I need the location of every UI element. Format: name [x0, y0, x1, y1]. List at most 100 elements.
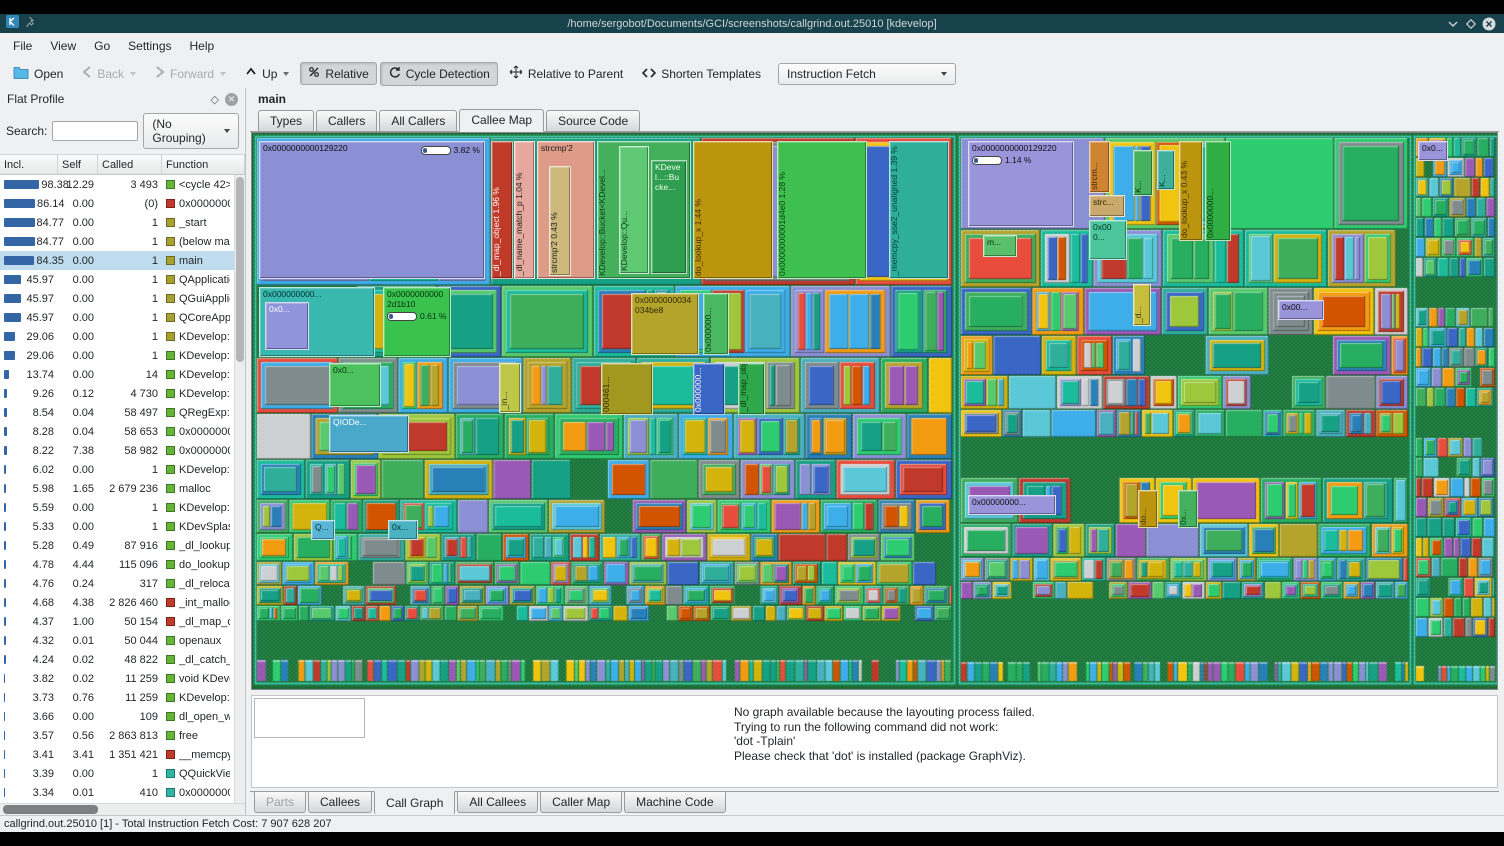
- shorten-templates-toggle[interactable]: Shorten Templates: [634, 63, 769, 85]
- table-row[interactable]: 3.660.00109dl_open_w...: [0, 707, 234, 726]
- treemap-block[interactable]: do_lookup_x 0.43 %: [1179, 141, 1203, 241]
- table-row[interactable]: 8.280.0458 6530x00000000...: [0, 422, 234, 441]
- treemap-block[interactable]: do_lookup_x 1.44 %: [693, 141, 773, 279]
- table-row[interactable]: 4.371.0050 154_dl_map_o...: [0, 612, 234, 631]
- table-row[interactable]: 45.970.001QCoreAppl...: [0, 308, 234, 327]
- float-dock-icon[interactable]: ◇: [211, 93, 219, 106]
- table-row[interactable]: 4.240.0248 822_dl_catch_...: [0, 650, 234, 669]
- treemap-block[interactable]: 0x00000000001292201.14 %: [968, 141, 1074, 227]
- relative-to-parent-toggle[interactable]: Relative to Parent: [501, 61, 631, 86]
- tab-all-callers[interactable]: All Callers: [379, 110, 457, 132]
- treemap-block[interactable]: 0x0000000001d4e0 1.28 %: [777, 141, 867, 279]
- open-button[interactable]: Open: [5, 61, 71, 86]
- tab-caller-map[interactable]: Caller Map: [540, 791, 622, 813]
- column-header-self[interactable]: Self: [58, 155, 98, 174]
- scrollbar-thumb[interactable]: [3, 805, 98, 814]
- table-row[interactable]: 3.340.014100x00000000...: [0, 783, 234, 802]
- column-header-incl[interactable]: Incl.: [0, 155, 58, 174]
- treemap-block[interactable]: 0x0000000...: [1205, 141, 1231, 241]
- treemap-block[interactable]: 0x000...: [1089, 220, 1127, 260]
- table-row[interactable]: 86.140.00(0)0x0000000...: [0, 194, 234, 213]
- close-button[interactable]: [1480, 16, 1498, 32]
- table-row[interactable]: 5.981.652 679 236malloc: [0, 479, 234, 498]
- table-row[interactable]: 4.784.44115 096do_lookup...: [0, 555, 234, 574]
- table-row[interactable]: 84.770.001_start: [0, 213, 234, 232]
- treemap-block[interactable]: 000461...: [601, 363, 653, 415]
- treemap-block[interactable]: strcm...: [1089, 141, 1110, 193]
- treemap-block[interactable]: 0x000000...: [693, 363, 725, 415]
- treemap-block[interactable]: 0x00000000001292203.82 %: [259, 141, 485, 279]
- treemap-block[interactable]: _dl_name_match_p 1.04 %: [514, 141, 535, 279]
- tab-types[interactable]: Types: [258, 110, 314, 132]
- table-row[interactable]: 45.970.001QApplicatio...: [0, 270, 234, 289]
- table-row[interactable]: 3.730.7611 259KDevelop::...: [0, 688, 234, 707]
- table-row[interactable]: 3.820.0211 259void KDeve...: [0, 669, 234, 688]
- table-row[interactable]: 84.350.001main: [0, 251, 234, 270]
- dock-header[interactable]: Flat Profile ◇ ✕: [0, 88, 245, 110]
- horizontal-scrollbar[interactable]: [0, 803, 245, 815]
- table-row[interactable]: 3.390.001QQuickVie...: [0, 764, 234, 783]
- treemap-block[interactable]: K...: [1157, 150, 1175, 190]
- table-row[interactable]: 29.060.001KDevelop::...: [0, 346, 234, 365]
- tab-callees[interactable]: Callees: [308, 791, 372, 813]
- table-row[interactable]: 9.260.124 730KDevelop::...: [0, 384, 234, 403]
- treemap-block[interactable]: Q...: [311, 520, 335, 540]
- treemap-block[interactable]: m...: [983, 235, 1017, 257]
- treemap-block[interactable]: 0x00000000...: [968, 495, 1056, 515]
- menu-file[interactable]: File: [4, 35, 41, 57]
- tab-machine-code[interactable]: Machine Code: [624, 791, 725, 813]
- relative-toggle[interactable]: Relative: [300, 62, 376, 85]
- treemap-block[interactable]: _d...: [1133, 284, 1151, 326]
- table-row[interactable]: 5.280.4987 916_dl_lookup...: [0, 536, 234, 555]
- treemap-block[interactable]: 0x0...: [1418, 141, 1448, 161]
- treemap-block[interactable]: 0x0...: [265, 302, 309, 350]
- tab-source-code[interactable]: Source Code: [546, 110, 640, 132]
- treemap-block[interactable]: _in...: [499, 363, 521, 413]
- column-header-function[interactable]: Function: [162, 155, 245, 174]
- tab-callers[interactable]: Callers: [316, 110, 377, 132]
- treemap-block[interactable]: KDevelop::Qu...: [619, 146, 649, 274]
- vertical-scrollbar[interactable]: [234, 175, 245, 803]
- treemap-block[interactable]: KDevel...::Bucke...: [651, 160, 687, 274]
- treemap-block[interactable]: 0x...: [1178, 490, 1198, 528]
- close-dock-icon[interactable]: ✕: [225, 93, 238, 106]
- table-row[interactable]: 3.413.411 351 421__memcpy...: [0, 745, 234, 764]
- search-input[interactable]: [52, 121, 138, 141]
- menu-settings[interactable]: Settings: [119, 35, 180, 57]
- table-row[interactable]: 4.320.0150 044openaux: [0, 631, 234, 650]
- column-header-called[interactable]: Called: [98, 155, 162, 174]
- treemap-block[interactable]: strcmp'2 0.43 %: [549, 166, 571, 276]
- tab-callee-map[interactable]: Callee Map: [459, 109, 544, 132]
- grouping-combobox[interactable]: (No Grouping): [143, 113, 239, 149]
- table-row[interactable]: 3.570.562 863 813free: [0, 726, 234, 745]
- treemap-block[interactable]: 0x0000000034034be8: [631, 293, 699, 355]
- scrollbar-thumb[interactable]: [236, 177, 244, 362]
- treemap-block[interactable]: K...: [1133, 150, 1153, 196]
- table-row[interactable]: 5.330.001KDevSplash...: [0, 517, 234, 536]
- table-header[interactable]: Incl.SelfCalledFunction: [0, 155, 245, 175]
- treemap-block[interactable]: _memcpy_sse2_unaligned 1.39 %: [889, 141, 949, 279]
- treemap-block[interactable]: 0x000000...: [703, 293, 729, 355]
- event-type-combobox[interactable]: Instruction Fetch: [778, 63, 956, 85]
- treemap-block[interactable]: _dl_map_object 1.96 %: [491, 141, 513, 279]
- table-row[interactable]: 4.684.382 826 460_int_malloc: [0, 593, 234, 612]
- minimize-button[interactable]: [1444, 16, 1462, 32]
- forward-button[interactable]: Forward: [147, 62, 234, 85]
- graph-overview-box[interactable]: [254, 698, 365, 738]
- treemap-block[interactable]: do...: [1138, 490, 1158, 528]
- treemap-block[interactable]: 0x00000000002d1b100.61 %: [383, 287, 451, 357]
- table-row[interactable]: 98.3812.293 493<cycle 42>: [0, 175, 234, 194]
- tab-parts[interactable]: Parts: [254, 791, 306, 813]
- table-row[interactable]: 29.060.001KDevelop::...: [0, 327, 234, 346]
- tab-all-callees[interactable]: All Callees: [457, 791, 538, 813]
- table-row[interactable]: 45.970.001QGuiApplic...: [0, 289, 234, 308]
- table-row[interactable]: 5.590.001KDevelop::...: [0, 498, 234, 517]
- cycle-detection-toggle[interactable]: Cycle Detection: [380, 62, 498, 86]
- back-button[interactable]: Back: [74, 62, 144, 85]
- table-row[interactable]: 84.770.001(below mai...: [0, 232, 234, 251]
- treemap-block[interactable]: QIODe...: [329, 415, 409, 453]
- tab-call-graph[interactable]: Call Graph: [374, 791, 455, 815]
- treemap-block[interactable]: _dl_map_object...: [738, 363, 765, 415]
- treemap-block[interactable]: 0x0...: [329, 363, 381, 407]
- table-row[interactable]: 8.540.0458 497QRegExp::...: [0, 403, 234, 422]
